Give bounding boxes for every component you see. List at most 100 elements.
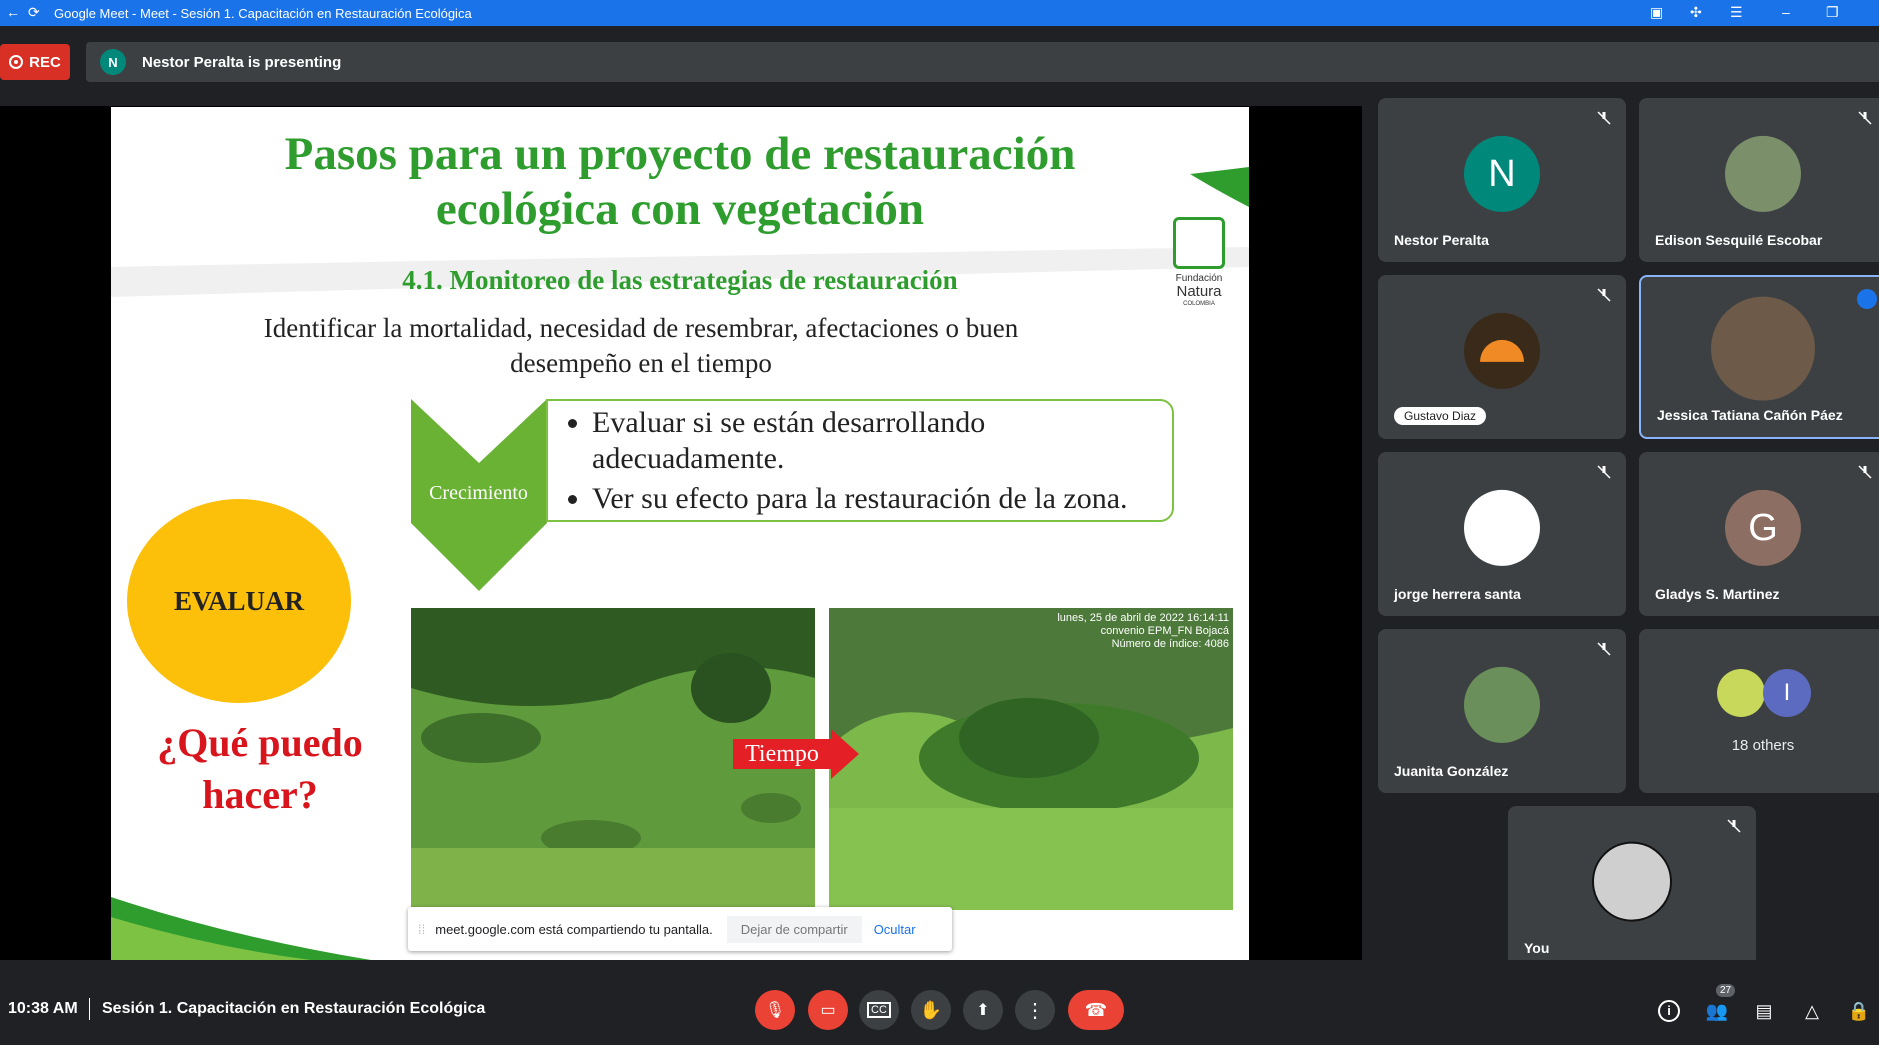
info-icon: i — [1658, 1000, 1680, 1022]
captions-button[interactable]: CC — [859, 990, 899, 1030]
bullet-box: Evaluar si se están desarrollando adecua… — [546, 399, 1174, 522]
self-tile[interactable]: You — [1508, 806, 1756, 970]
clock: 10:38 AM — [8, 1000, 78, 1017]
captions-icon: CC — [867, 1002, 891, 1018]
reload-icon[interactable]: ⟳ — [28, 4, 40, 21]
participant-name: Edison Sesquilé Escobar — [1655, 232, 1823, 248]
mic-off-icon — [1596, 110, 1612, 131]
speaking-indicator-icon — [1857, 289, 1877, 309]
hide-button[interactable]: Ocultar — [874, 922, 916, 937]
mic-toggle-button[interactable]: 🎙 — [755, 990, 795, 1030]
host-controls-button[interactable]: 🔒 — [1846, 998, 1872, 1024]
slide-subtitle: 4.1. Monitoreo de las estrategias de res… — [402, 265, 958, 295]
mic-off-icon — [1857, 464, 1873, 485]
share-message: meet.google.com está compartiendo tu pan… — [435, 921, 713, 937]
avatar — [1464, 312, 1540, 389]
chevron-label: Crecimiento — [429, 482, 528, 504]
bullet-item: Evaluar si se están desarrollando adecua… — [592, 405, 1172, 477]
chat-button[interactable]: ▤ — [1751, 998, 1777, 1024]
activities-button[interactable]: △ — [1799, 998, 1825, 1024]
slide-title-line2: ecológica con vegetación — [435, 183, 925, 235]
mic-off-icon — [1596, 464, 1612, 485]
people-icon: 👥 — [1705, 1000, 1729, 1021]
question-line1: ¿Qué puedo — [157, 720, 363, 765]
mic-off-icon — [1857, 110, 1873, 131]
others-avatar-b: I — [1763, 669, 1811, 717]
meeting-name: Sesión 1. Capacitación en Restauración E… — [102, 1000, 486, 1017]
participant-name: You — [1524, 940, 1550, 956]
divider — [89, 998, 90, 1020]
stop-sharing-button[interactable]: Dejar de compartir — [726, 915, 862, 943]
present-icon: ⬆ — [976, 1002, 990, 1019]
camera-icon[interactable]: ▣ — [1650, 4, 1663, 21]
participant-tile-active-speaker[interactable]: Jessica Tatiana Cañón Páez — [1639, 275, 1879, 439]
drag-handle-icon[interactable]: ⁞⁞ — [418, 922, 425, 937]
others-avatar-a — [1717, 669, 1765, 717]
record-icon — [9, 55, 24, 69]
evaluar-circle: EVALUAR — [127, 499, 351, 703]
participant-tile[interactable]: Edison Sesquilé Escobar — [1639, 98, 1879, 262]
stamp-line3: Número de índice: 4086 — [1111, 638, 1229, 650]
participant-name: Jessica Tatiana Cañón Páez — [1657, 407, 1843, 423]
presenter-avatar: N — [100, 49, 126, 75]
menu-icon[interactable]: ☰ — [1730, 4, 1743, 21]
participant-name: Gladys S. Martinez — [1655, 586, 1780, 602]
after-photo — [829, 608, 1233, 910]
hang-up-icon: ☎ — [1084, 999, 1108, 1020]
stamp-line1: lunes, 25 de abril de 2022 16:14:11 — [1057, 612, 1229, 624]
slide-title: Pasos para un proyecto de restauración e… — [111, 127, 1249, 237]
avatar: N — [1464, 135, 1540, 212]
participant-tile[interactable]: jorge herrera santa — [1378, 452, 1626, 616]
participant-tile[interactable]: Gustavo Diaz — [1378, 275, 1626, 439]
others-count: 18 others — [1731, 737, 1795, 754]
avatar — [1592, 841, 1672, 922]
chat-icon: ▤ — [1755, 1000, 1773, 1021]
avatar — [1464, 666, 1540, 743]
participant-name: Gustavo Diaz — [1394, 407, 1487, 425]
mic-off-icon — [1596, 287, 1612, 308]
more-options-button[interactable]: ⋮ — [1015, 990, 1055, 1030]
leave-call-button[interactable]: ☎ — [1068, 990, 1124, 1030]
logo-line3: COLOMBIA — [1183, 301, 1215, 307]
participant-tile[interactable]: N Nestor Peralta — [1378, 98, 1626, 262]
avatar — [1464, 489, 1540, 566]
minimize-icon[interactable]: – — [1782, 4, 1790, 20]
photo-stamp: lunes, 25 de abril de 2022 16:14:11 conv… — [829, 608, 1233, 650]
lock-icon: 🔒 — [1847, 1000, 1871, 1021]
window-title: Google Meet - Meet - Sesión 1. Capacitac… — [54, 6, 472, 21]
avatar — [1725, 135, 1801, 212]
participant-tile[interactable]: Juanita González — [1378, 629, 1626, 793]
others-tile[interactable]: I 18 others — [1639, 629, 1879, 793]
people-count-badge: 27 — [1716, 984, 1736, 997]
presenting-text: Nestor Peralta is presenting — [142, 53, 342, 71]
mic-off-icon: 🎙 — [764, 1002, 786, 1019]
rec-label: REC — [29, 53, 61, 71]
people-button[interactable]: 👥 27 — [1704, 984, 1736, 1024]
participant-tile[interactable]: G Gladys S. Martinez — [1639, 452, 1879, 616]
restore-icon[interactable]: ❐ — [1826, 4, 1839, 21]
present-button[interactable]: ⬆ — [963, 990, 1003, 1030]
presentation-slide: ɱ Fundación Natura COLOMBIA Pasos para u… — [111, 107, 1249, 960]
bullet-item: Ver su efecto para la restauración de la… — [592, 481, 1172, 517]
back-arrow-icon[interactable]: ← — [6, 4, 20, 20]
hand-icon: ✋ — [919, 999, 943, 1020]
window-title-bar: ← ⟳ Google Meet - Meet - Sesión 1. Capac… — [0, 0, 1879, 26]
presenting-banner: N Nestor Peralta is presenting — [86, 42, 1879, 82]
umbrella-icon — [1480, 339, 1524, 362]
avatar: G — [1725, 489, 1801, 566]
raise-hand-button[interactable]: ✋ — [911, 990, 951, 1030]
screen-share-notification: ⁞⁞ meet.google.com está compartiendo tu … — [408, 907, 952, 951]
mic-off-icon — [1596, 641, 1612, 662]
mic-off-icon — [1726, 818, 1742, 839]
tiempo-arrow-head — [831, 729, 859, 779]
participant-name: Juanita González — [1394, 763, 1509, 779]
meeting-details-button[interactable]: i — [1656, 998, 1682, 1024]
question-text: ¿Qué puedo hacer? — [127, 717, 393, 821]
participant-name: jorge herrera santa — [1394, 586, 1521, 602]
recording-badge[interactable]: REC — [0, 44, 70, 80]
camera-toggle-button[interactable]: ▭ — [808, 990, 848, 1030]
extensions-icon[interactable]: ✣ — [1690, 4, 1702, 21]
avatar — [1711, 296, 1815, 401]
activities-icon: △ — [1805, 1000, 1819, 1021]
more-vert-icon: ⋮ — [1025, 999, 1045, 1022]
